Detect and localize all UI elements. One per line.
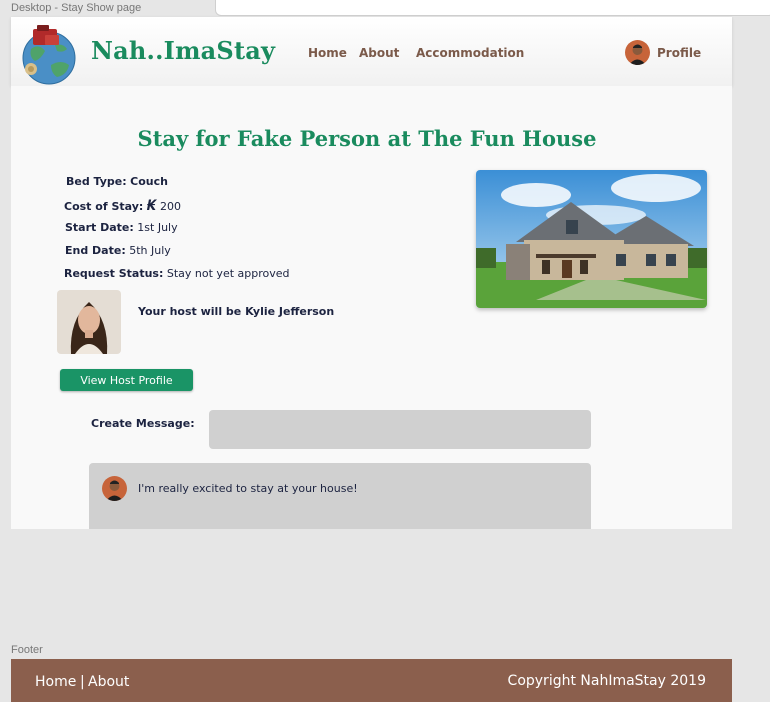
host-name-line: Your host will be Kylie Jefferson [138,305,335,318]
nav-profile[interactable]: Profile [657,46,701,60]
footer-about-link[interactable]: About [88,674,129,690]
message-avatar [102,476,127,501]
start-date: Start Date: 1st July [65,221,178,234]
site-header: Nah..ImaStay Home About Accommodation Pr… [11,17,732,86]
nav-accommodation[interactable]: Accommodation [416,46,524,60]
create-message-label: Create Message: [91,417,195,430]
page-title: Stay for Fake Person at The Fun House [137,126,597,151]
view-host-profile-button[interactable]: View Host Profile [60,369,193,391]
nav-about[interactable]: About [359,46,399,60]
profile-avatar[interactable] [625,40,650,65]
overlapping-window-strip [215,0,770,16]
globe-logo-icon[interactable] [21,21,77,85]
bed-type: Bed Type: Couch [66,175,168,188]
desktop-frame-label: Desktop - Stay Show page [11,2,142,14]
brand-name[interactable]: Nah..ImaStay [91,36,275,65]
footer-separator: | [80,674,85,690]
message-item: I'm really excited to stay at your house… [89,463,591,529]
currency-icon: ₭ [146,198,157,214]
footer-home-link[interactable]: Home [35,674,76,690]
end-date: End Date: 5th July [65,244,171,257]
cost-of-stay: Cost of Stay: ₭ 200 [64,198,182,214]
footer-copyright: Copyright NahImaStay 2019 [507,673,706,689]
house-photo [476,170,707,308]
host-photo [57,290,121,354]
footer-frame-label: Footer [11,644,43,656]
message-text: I'm really excited to stay at your house… [138,482,358,495]
create-message-input[interactable] [209,410,591,449]
site-footer: Home | About Copyright NahImaStay 2019 [11,659,732,702]
nav-home[interactable]: Home [308,46,347,60]
request-status: Request Status: Stay not yet approved [64,267,290,280]
stay-details-panel: Stay for Fake Person at The Fun House Be… [11,86,732,529]
